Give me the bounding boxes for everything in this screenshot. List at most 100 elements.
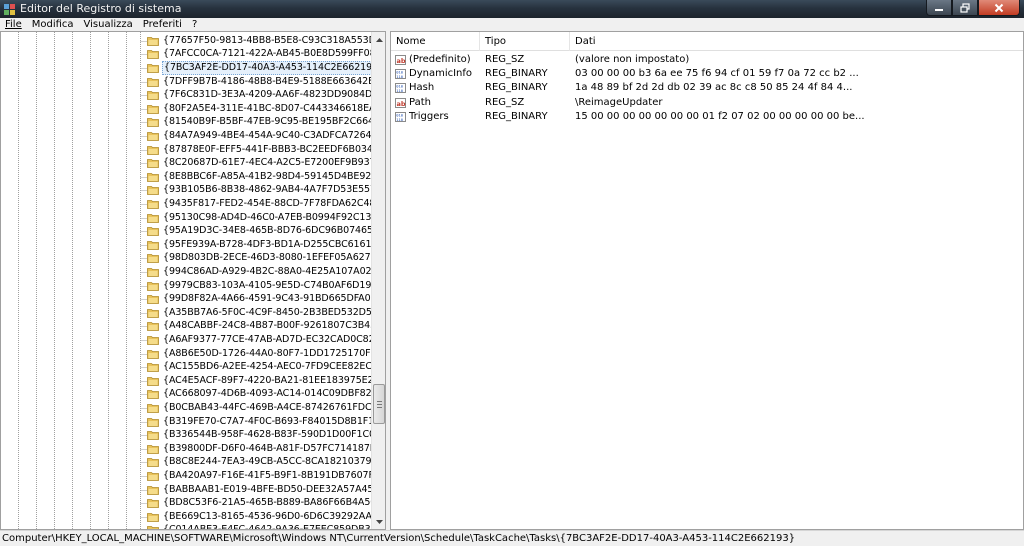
tree-item[interactable]: {7AFCC0CA-7121-422A-AB45-B0E8D599FF08} [147,48,382,62]
tree-item[interactable]: {B39800DF-D6F0-464B-A81F-D57FC714187B} [147,442,383,456]
binary-value-icon: 010110 [395,83,406,94]
tree-item[interactable]: {BE669C13-8165-4536-96D0-6D6C39292AAE} [147,510,385,524]
tree-item[interactable]: {B0CBAB43-44FC-469B-A4CE-87426761FDCE} [147,401,384,415]
tree-item[interactable]: {B336544B-958F-4628-B83F-590D1D00F1C0} [147,428,382,442]
folder-icon [147,472,159,481]
values-list-pane[interactable]: Nome Tipo Dati ab (Predefinito) REG_SZ (val… [390,31,1024,530]
value-row[interactable]: ab (Predefinito) REG_SZ (valore non imposta… [391,53,1023,67]
folder-icon [147,295,159,305]
tree-item[interactable]: {B8C8E244-7EA3-49CB-A5CC-8CA18210379E} [147,456,384,470]
tree-item[interactable]: {AC4E5ACF-89F7-4220-BA21-81EE183975E2} [147,374,380,388]
tree-item[interactable]: {81540B9F-B5BF-47EB-9C95-BE195BF2C664} [147,116,381,130]
tree-item[interactable]: {80F2A5E4-311E-41BC-8D07-C443346618EA} [147,102,382,116]
tree-item[interactable]: {A35BB7A6-5F0C-4C9F-8450-2B3BED532D51} [147,306,385,320]
tree-item[interactable]: {95FE939A-B728-4DF3-BD1A-D255CBC61618} [147,238,384,252]
tree-item[interactable]: {BA420A97-F16E-41F5-B9F1-8B191DB7607F} [147,469,381,483]
tree-item[interactable]: {9435F817-FED2-454E-88CD-7F78FDA62C48} [147,197,382,211]
tree-item[interactable]: {84A7A949-4BE4-454A-9C40-C3ADFCA7264B} [147,129,385,143]
tree-item[interactable]: {BD8C53F6-21A5-465B-B889-BA86F66B4A50} [147,496,383,510]
value-name: (Predefinito) [409,54,471,65]
scroll-up-button[interactable] [372,32,385,47]
menu-modifica[interactable]: Modifica [27,18,79,31]
minimize-button[interactable] [926,0,952,16]
menu-preferiti[interactable]: Preferiti [138,18,187,31]
folder-icon [147,281,159,291]
close-icon [994,3,1004,12]
folder-icon [147,268,159,277]
tree-item-label: {95130C98-AD4D-46C0-A7EB-B0994F92C133} [163,211,384,223]
folder-icon [147,227,159,237]
scroll-down-arrow-icon [376,519,383,524]
value-data: 15 00 00 00 00 00 00 00 01 f2 07 02 00 0… [575,110,865,122]
value-row[interactable]: ab Path REG_SZ \ReimageUpdater [391,96,1023,110]
menu-file[interactable]: File [0,18,27,31]
tree-item-label: {B39800DF-D6F0-464B-A81F-D57FC714187B} [163,442,383,454]
tree-item[interactable]: {8E8BBC6F-A85A-41B2-98D4-59145D4BE928} [147,170,384,184]
scroll-thumb[interactable] [373,384,385,424]
folder-icon [147,485,159,495]
tree-item[interactable]: {A48CABBF-24C8-4B87-B00F-9261807C3B43} [147,320,383,334]
restore-button[interactable] [952,0,978,16]
tree-item-label: {B0CBAB43-44FC-469B-A4CE-87426761FDCE} [163,401,384,413]
key-tree-pane[interactable]: {77657F50-9813-4BB8-B5E8-C93C318A553D} {7… [0,31,386,530]
scroll-up-arrow-icon [376,37,383,42]
value-name-cell: 010 110 Triggers [391,110,480,124]
column-header-type[interactable]: Tipo [480,32,570,51]
tree-item-label: {7AFCC0CA-7121-422A-AB45-B0E8D599FF08} [163,48,382,60]
binary-value-icon: 010110 [395,69,406,80]
tree-item[interactable]: {BABBAAB1-E019-4BFE-BD50-DEE32A57A45F} [147,483,385,497]
tree-item[interactable]: {B319FE70-C7A7-4F0C-B693-F84015D8B1F1} [147,415,381,429]
tree-item[interactable]: {AC668097-4D6B-4093-AC14-014C09DBF820} [147,388,384,402]
tree-item[interactable]: {A8B6E50D-1726-44A0-80F7-1DD1725170F5} [147,347,383,361]
tree-scrollbar[interactable] [371,32,385,529]
tree-item-label: {7BC3AF2E-DD17-40A3-A453-114C2E662193} [162,60,385,75]
tree-item[interactable]: {7F6C831D-3E3A-4209-AA6F-4823DD9084D2} [147,88,385,102]
column-header-data[interactable]: Dati [570,32,1023,51]
menu-help[interactable]: ? [187,18,202,31]
folder-icon [147,200,159,209]
tree-item-label: {AC4E5ACF-89F7-4220-BA21-81EE183975E2} [163,374,380,386]
tree-item-label: {A8B6E50D-1726-44A0-80F7-1DD1725170F5} [163,347,383,359]
folder-icon [147,404,159,413]
scroll-down-button[interactable] [372,514,385,529]
value-row[interactable]: 010 110 DynamicInfo REG_BINARY 03 00 00 00 b… [391,67,1023,81]
folder-icon [147,132,159,141]
tree-item[interactable]: {8C20687D-61E7-4EC4-A2C5-E7200EF9B937} [147,156,382,170]
tree-item[interactable]: {98D803DB-2ECE-46D3-8080-1EFEF05A627F} [147,252,383,266]
value-row[interactable]: 010 110 Triggers REG_BINARY 15 00 00 00 00 0… [391,110,1023,124]
menu-visualizza[interactable]: Visualizza [79,18,138,31]
tree-item[interactable]: {7BC3AF2E-DD17-40A3-A453-114C2E662193} [147,60,385,75]
folder-icon [147,512,159,522]
tree-item-label: {87878E0F-EFF5-441F-BBB3-BC2EEDF6B034} [163,143,379,155]
title-bar: Editor del Registro di sistema [0,0,1024,18]
value-data: \ReimageUpdater [575,96,663,108]
folder-icon [147,159,159,169]
tree-item[interactable]: {95130C98-AD4D-46C0-A7EB-B0994F92C133} [147,211,384,225]
tree-item[interactable]: {A6AF9377-77CE-47AB-AD7D-EC32CAD0C82D} [147,333,385,347]
tree-item[interactable]: {994C86AD-A929-4B2C-88A0-4E25A107A029} [147,265,384,279]
value-row[interactable]: 010 110 Hash REG_BINARY 1a 48 89 bf 2d 2d db… [391,81,1023,95]
column-header-name[interactable]: Nome [391,32,480,51]
value-data: 03 00 00 00 b3 6a ee 75 f6 94 cf 01 59 f… [575,68,859,80]
menu-help-label: ? [191,19,198,30]
tree-item[interactable]: {9979CB83-103A-4105-9E5D-C74B0AF6D198} [147,279,384,293]
tree-item[interactable]: {99D8F82A-4A66-4591-9C43-91BD665DFA02} [147,292,383,306]
binary-value-icon: 010110 [395,111,406,122]
svg-text:110: 110 [396,117,404,122]
tree-item[interactable]: {AC155BD6-A2EE-4254-AEC0-7FD9CEE82ECA} [147,360,385,374]
tree-item-label: {AC668097-4D6B-4093-AC14-014C09DBF820} [163,388,384,400]
tree-item[interactable]: {87878E0F-EFF5-441F-BBB3-BC2EEDF6B034} [147,143,380,157]
tree-item[interactable]: {7DFF9B7B-4186-48B8-B4E9-5188E663642E} [147,75,381,89]
tree-item-label: {81540B9F-B5BF-47EB-9C95-BE195BF2C664} [163,116,380,128]
svg-text:ab: ab [397,99,406,107]
tree-item-label: {98D803DB-2ECE-46D3-8080-1EFEF05A627F} [163,252,382,264]
tree-item[interactable]: {95A19D3C-34E8-465B-8D76-6DC96B074656} [147,224,385,238]
tree-item-label: {B8C8E244-7EA3-49CB-A5CC-8CA18210379E} [163,456,384,468]
folder-icon [147,336,159,345]
close-button[interactable] [978,0,1020,16]
tree-item[interactable]: {93B105B6-8B38-4862-9AB4-4A7F7D53E557} [147,184,383,198]
folder-icon [147,444,159,454]
folder-icon [147,77,159,87]
tree-item[interactable]: {77657F50-9813-4BB8-B5E8-C93C318A553D} [147,34,383,48]
value-type: REG_SZ [485,54,525,65]
